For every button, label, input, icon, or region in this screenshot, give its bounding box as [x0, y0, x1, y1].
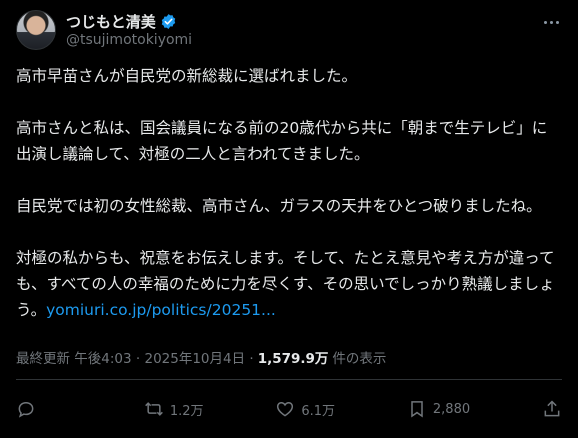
name-row: つじもと清美: [66, 11, 192, 31]
post-body: 高市早苗さんが自民党の新総裁に選ばれました。 高市さんと私は、国会議員になる前の…: [16, 63, 562, 323]
avatar[interactable]: [16, 10, 56, 50]
paragraph-4: 対極の私からも、祝意をお伝えします。そして、たとえ意見や考え方が違っても、すべて…: [16, 245, 562, 323]
like-icon: [277, 401, 294, 417]
share-icon: [544, 400, 560, 417]
view-count: 1,579.9万: [257, 351, 329, 367]
reply-icon: [18, 401, 34, 418]
divider: [16, 379, 562, 380]
author-names: つじもと清美 @tsujimotokiyomi: [66, 11, 192, 49]
reply-button[interactable]: [16, 399, 72, 419]
paragraph-3: 自民党では初の女性総裁、高市さん、ガラスの天井をひとつ破りましたね。: [16, 197, 542, 215]
paragraph-1: 高市早苗さんが自民党の新総裁に選ばれました。: [16, 67, 358, 85]
verified-badge-icon: [161, 13, 175, 29]
repost-button[interactable]: 1.2万: [144, 399, 204, 419]
like-button[interactable]: 6.1万: [275, 399, 335, 419]
repost-count: 1.2万: [169, 403, 204, 419]
like-count: 6.1万: [301, 403, 336, 419]
post-header: つじもと清美 @tsujimotokiyomi: [16, 10, 564, 54]
bookmark-icon: [411, 401, 423, 418]
bookmark-count: 2,880: [432, 401, 471, 417]
article-link[interactable]: yomiuri.co.jp/politics/20251...: [46, 301, 276, 319]
handle[interactable]: @tsujimotokiyomi: [66, 32, 192, 48]
more-icon[interactable]: [540, 14, 562, 30]
views-label: 件の表示: [332, 351, 387, 367]
paragraph-2: 高市さんと私は、国会議員になる前の20歳代から共に「朝まで生テレビ」に出演し議論…: [16, 119, 548, 163]
bookmark-button[interactable]: 2,880: [407, 399, 470, 419]
action-bar: 1.2万 6.1万 2,880: [16, 392, 562, 426]
post-meta: 最終更新 午後4:03 · 2025年10月4日 · 1,579.9万 件の表示: [16, 347, 386, 367]
share-button[interactable]: [542, 399, 562, 419]
timestamp[interactable]: 最終更新 午後4:03 · 2025年10月4日 ·: [16, 347, 254, 367]
repost-icon: [144, 402, 163, 416]
display-name[interactable]: つじもと清美: [66, 11, 156, 32]
